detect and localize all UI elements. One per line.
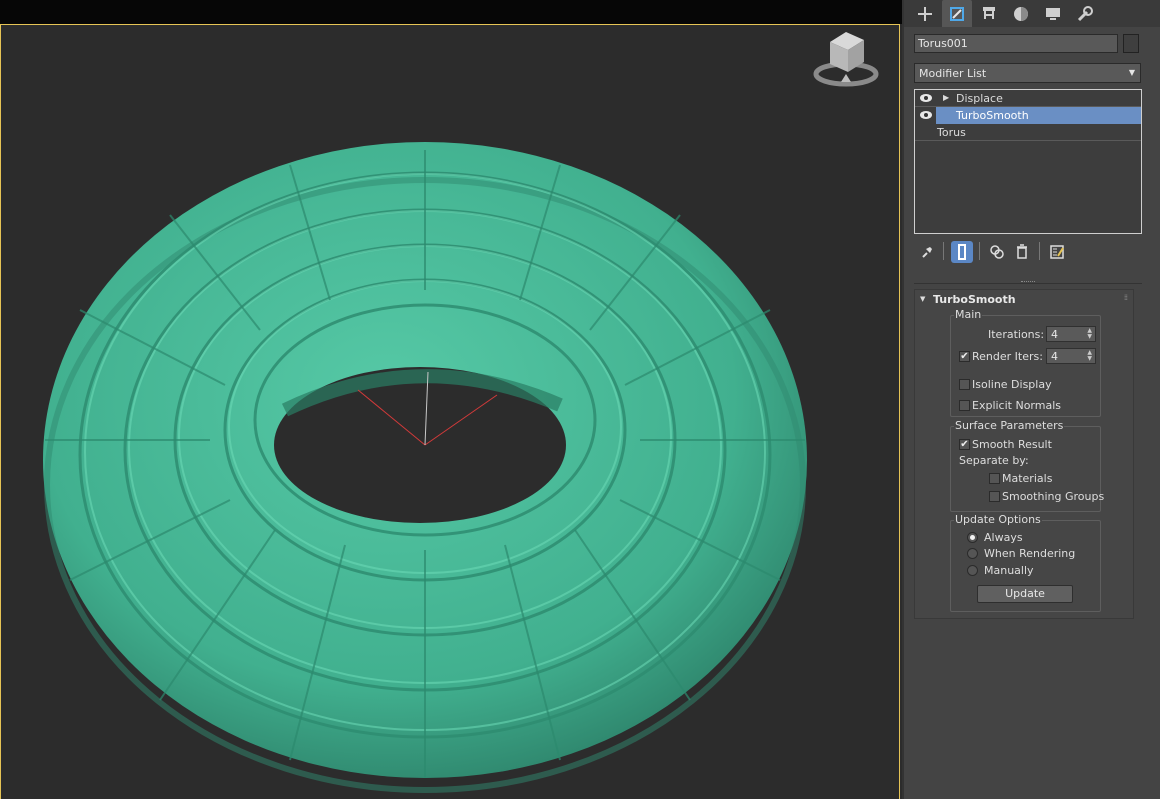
update-always-radio[interactable] [967,532,978,543]
smoothing-groups-label: Smoothing Groups [1002,490,1105,503]
remove-modifier-button[interactable] [1011,241,1033,263]
utilities-icon [1077,5,1093,21]
command-panel-tabs [904,0,1160,27]
render-iters-checkbox[interactable]: ✔ [959,351,970,362]
materials-label: Materials [1002,472,1053,485]
tab-utilities[interactable] [1070,0,1100,27]
tab-hierarchy[interactable] [974,0,1004,27]
pin-stack-button[interactable] [916,241,938,263]
eye-icon[interactable] [919,93,933,103]
render-iters-spinner[interactable]: 4 ▲ ▼ [1046,348,1096,364]
group-title: Surface Parameters [954,419,1065,432]
tab-create[interactable] [910,0,940,27]
show-end-result-icon [958,244,966,260]
update-manually-radio[interactable] [967,565,978,576]
drag-handle-icon[interactable]: ⁞⁞ [1124,293,1128,302]
spinner-arrows-icon[interactable]: ▲ ▼ [1087,350,1092,362]
remove-modifier-icon [1017,244,1027,259]
motion-icon [1014,6,1028,21]
stack-toolbar [914,240,1142,264]
render-iters-label: Render Iters: [972,350,1043,363]
modifier-stack: ▶ Displace TurboSmooth Torus [914,89,1142,234]
group-update-options: Update Options Always When Rendering Man… [950,513,1101,612]
group-surface-parameters: Surface Parameters ✔ Smooth Result Separ… [950,419,1105,512]
command-panel: Torus001 Modifier List ▼ ▶ Displace Turb… [902,0,1160,799]
pin-icon [922,247,932,258]
expand-arrow-icon[interactable]: ▶ [943,93,949,102]
update-button[interactable]: Update [977,585,1073,603]
iterations-value: 4 [1051,328,1058,341]
make-unique-button[interactable] [986,241,1008,263]
explicit-normals-label: Explicit Normals [972,399,1061,412]
explicit-normals-checkbox[interactable] [959,400,970,411]
smoothing-groups-checkbox[interactable] [989,491,1000,502]
stack-item-displace[interactable]: ▶ Displace [915,90,1141,107]
configure-modifier-sets-button[interactable] [1046,241,1068,263]
stack-item-label: TurboSmooth [956,109,1029,122]
iterations-label: Iterations: [988,328,1045,341]
group-main: Main Iterations: 4 ▲ ▼ ✔ Render Iters: 4 … [950,308,1101,417]
smooth-result-label: Smooth Result [972,438,1052,451]
display-icon [1046,7,1060,20]
object-name-field[interactable]: Torus001 [914,34,1118,53]
stack-item-label: Displace [956,92,1003,105]
render-iters-value: 4 [1051,350,1058,363]
active-viewport-border [0,24,900,799]
viewcube-icon[interactable] [808,22,884,90]
iterations-spinner[interactable]: 4 ▲ ▼ [1046,326,1096,342]
separate-by-label: Separate by: [959,454,1029,467]
stack-item-torus[interactable]: Torus [915,124,1141,141]
configure-sets-icon [1050,245,1064,259]
chevron-down-icon: ▼ [1128,68,1135,77]
tab-display[interactable] [1038,0,1068,27]
tab-modify[interactable] [942,0,972,27]
modifier-list-label: Modifier List [919,67,987,80]
modify-icon [950,6,964,21]
stack-item-turbosmooth[interactable]: TurboSmooth [915,107,1141,124]
smooth-result-checkbox[interactable]: ✔ [959,439,970,450]
create-icon [918,6,932,21]
modifier-list-dropdown[interactable]: Modifier List ▼ [914,63,1141,83]
rollout-title[interactable]: TurboSmooth [933,293,1016,306]
update-always-label: Always [984,531,1023,544]
collapse-arrow-icon[interactable]: ▼ [920,295,925,303]
group-title: Update Options [954,513,1042,526]
isoline-display-label: Isoline Display [972,378,1052,391]
isoline-display-checkbox[interactable] [959,379,970,390]
spinner-arrows-icon[interactable]: ▲ ▼ [1087,328,1092,340]
make-unique-icon [990,245,1004,259]
viewport-perspective[interactable] [0,0,902,799]
update-manually-label: Manually [984,564,1034,577]
stack-item-label: Torus [937,126,966,139]
update-when-rendering-label: When Rendering [984,547,1076,560]
turbosmooth-rollout: ▼ TurboSmooth ⁞⁞ Main Iterations: 4 ▲ ▼ ✔… [914,289,1134,619]
update-when-rendering-radio[interactable] [967,548,978,559]
show-end-result-button[interactable] [951,241,973,263]
hierarchy-icon [983,6,995,19]
eye-icon[interactable] [919,110,933,120]
object-color-swatch[interactable] [1123,34,1139,53]
group-title: Main [954,308,983,321]
tab-motion[interactable] [1006,0,1036,27]
materials-checkbox[interactable] [989,473,1000,484]
